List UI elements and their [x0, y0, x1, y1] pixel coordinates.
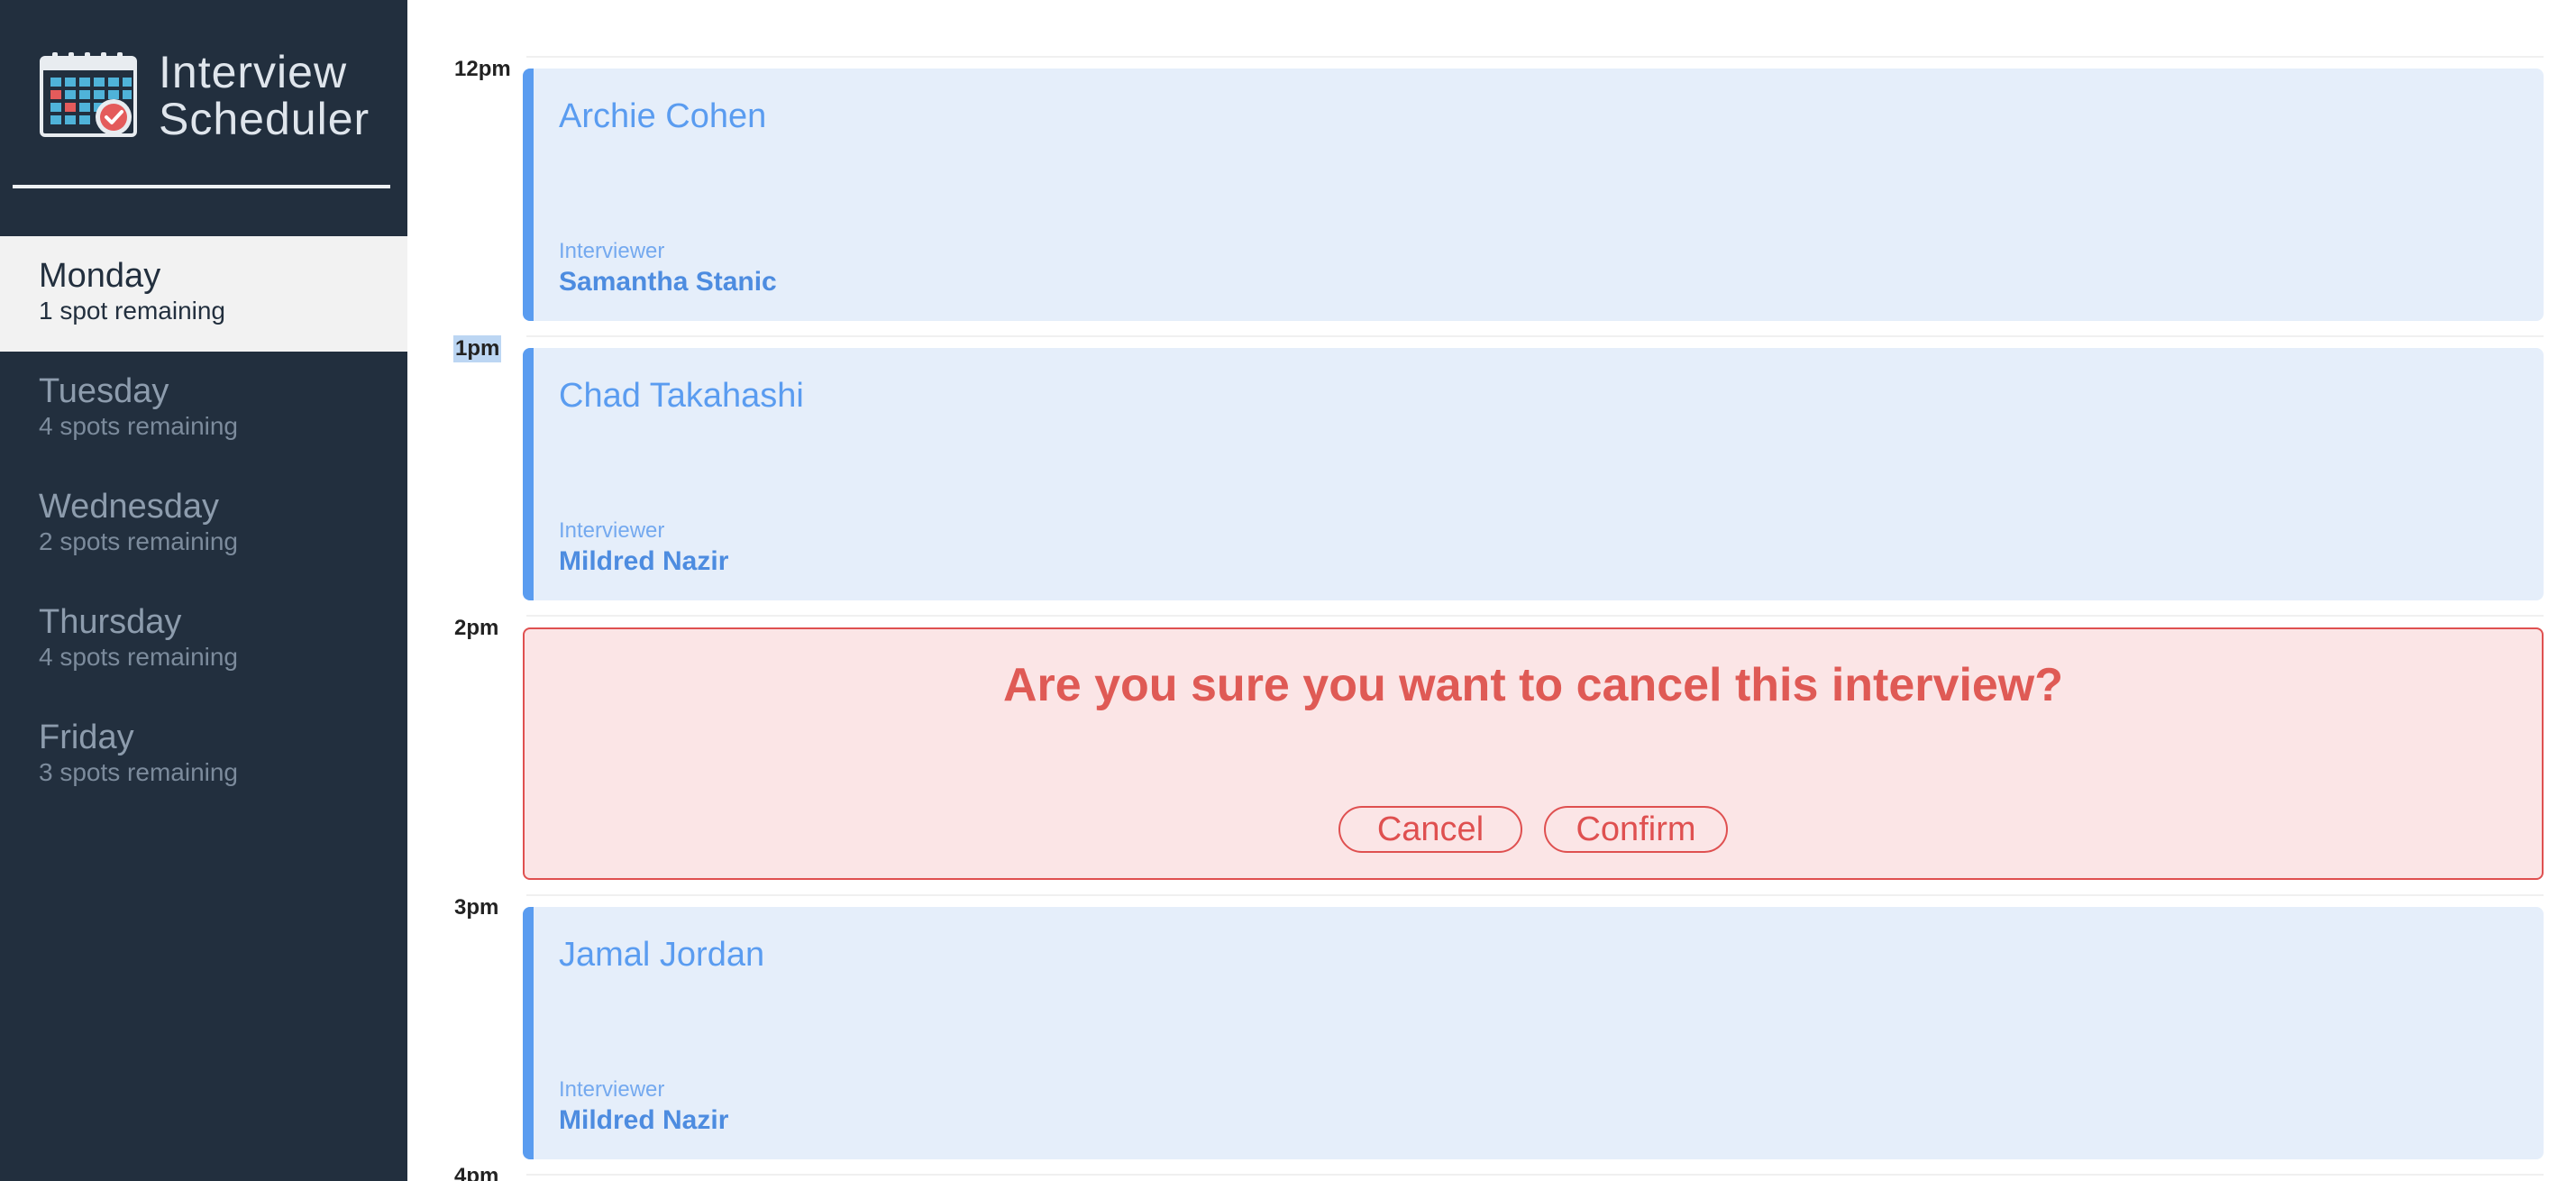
time-slot-12pm: 12pm Archie Cohen Interviewer Samantha S… — [407, 56, 2576, 335]
app-title-line2: Scheduler — [159, 94, 370, 144]
slot-separator — [526, 894, 2544, 896]
interviewer-name: Samantha Stanic — [559, 267, 777, 297]
slot-separator — [526, 615, 2544, 617]
brand: Interview Scheduler — [40, 49, 382, 144]
slot-time: 2pm — [454, 616, 499, 640]
slot-separator — [526, 56, 2544, 58]
day-spots: 4 spots remaining — [39, 643, 239, 671]
day-item-wednesday[interactable]: Wednesday 2 spots remaining — [0, 467, 407, 582]
confirm-actions: Cancel Confirm — [525, 806, 2542, 853]
student-name: Archie Cohen — [559, 97, 767, 135]
interviewer-label: Interviewer — [559, 239, 665, 263]
slot-separator — [526, 335, 2544, 337]
day-name: Thursday — [39, 603, 182, 641]
time-slot-2pm: 2pm Are you sure you want to cancel this… — [407, 615, 2576, 894]
schedule: 12pm Archie Cohen Interviewer Samantha S… — [407, 0, 2576, 1181]
interviewer-name: Mildred Nazir — [559, 1105, 729, 1135]
calendar-check-icon — [40, 52, 137, 137]
interviewer-name: Mildred Nazir — [559, 546, 729, 576]
slot-time: 12pm — [454, 57, 511, 81]
cancel-confirmation: Are you sure you want to cancel this int… — [523, 627, 2544, 880]
appointment-card[interactable]: Chad Takahashi Interviewer Mildred Nazir — [523, 348, 2544, 600]
time-slot-1pm: 1pm Chad Takahashi Interviewer Mildred N… — [407, 335, 2576, 615]
app-title: Interview Scheduler — [159, 49, 370, 142]
slot-time: 1pm — [453, 335, 502, 362]
day-spots: 3 spots remaining — [39, 758, 239, 786]
app-window: Interview Scheduler Monday 1 spot remain… — [0, 0, 2576, 1181]
cancel-button[interactable]: Cancel — [1338, 806, 1522, 853]
day-name: Tuesday — [39, 372, 169, 410]
interviewer-label: Interviewer — [559, 1077, 665, 1102]
day-name: Friday — [39, 719, 134, 756]
slot-time: 4pm — [454, 1164, 499, 1181]
interviewer-label: Interviewer — [559, 518, 665, 543]
day-item-thursday[interactable]: Thursday 4 spots remaining — [0, 582, 407, 698]
day-spots: 1 spot remaining — [39, 297, 226, 325]
student-name: Jamal Jordan — [559, 936, 765, 974]
day-list: Monday 1 spot remaining Tuesday 4 spots … — [0, 236, 407, 813]
confirm-button[interactable]: Confirm — [1544, 806, 1728, 853]
app-title-line1: Interview — [159, 47, 348, 97]
day-item-tuesday[interactable]: Tuesday 4 spots remaining — [0, 352, 407, 467]
day-spots: 4 spots remaining — [39, 412, 239, 440]
appointment-card[interactable]: Jamal Jordan Interviewer Mildred Nazir — [523, 907, 2544, 1159]
sidebar: Interview Scheduler Monday 1 spot remain… — [0, 0, 407, 1181]
day-name: Wednesday — [39, 488, 219, 526]
time-slot-3pm: 3pm Jamal Jordan Interviewer Mildred Naz… — [407, 894, 2576, 1174]
day-spots: 2 spots remaining — [39, 527, 239, 555]
confirm-message: Are you sure you want to cancel this int… — [1002, 659, 2064, 711]
slot-time: 3pm — [454, 895, 499, 920]
day-name: Monday — [39, 257, 161, 295]
time-slot-4pm: 4pm — [407, 1164, 2576, 1181]
day-item-friday[interactable]: Friday 3 spots remaining — [0, 698, 407, 813]
appointment-card[interactable]: Archie Cohen Interviewer Samantha Stanic — [523, 69, 2544, 321]
student-name: Chad Takahashi — [559, 377, 804, 415]
sidebar-divider — [13, 185, 390, 188]
day-item-monday[interactable]: Monday 1 spot remaining — [0, 236, 407, 352]
slot-separator — [526, 1174, 2544, 1176]
